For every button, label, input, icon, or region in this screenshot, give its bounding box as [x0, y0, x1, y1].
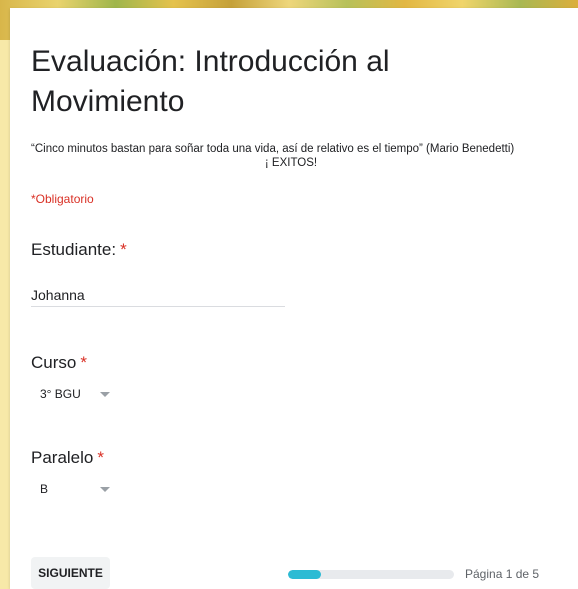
course-dropdown[interactable]: 3° BGU [40, 384, 118, 404]
student-input[interactable] [31, 284, 285, 307]
form-title: Evaluación: Introducción al Movimiento [31, 45, 390, 118]
required-star: * [97, 448, 104, 467]
section-question-label: Paralelo * [31, 448, 104, 468]
section-dropdown[interactable]: B [40, 479, 118, 499]
progress-fill [288, 570, 322, 579]
caret-down-icon [100, 391, 110, 397]
student-question-label: Estudiante: * [31, 240, 127, 260]
course-selected-value: 3° BGU [40, 387, 81, 401]
quote-line: “Cinco minutos bastan para soñar toda un… [31, 143, 515, 155]
form-card: Evaluación: Introducción al Movimiento “… [10, 8, 578, 589]
caret-down-icon [100, 486, 110, 492]
required-note: *Obligatorio [31, 192, 94, 206]
course-label-text: Curso [31, 353, 77, 372]
course-question-label: Curso * [31, 353, 87, 373]
next-button[interactable]: SIGUIENTE [31, 557, 110, 589]
section-selected-value: B [40, 482, 49, 496]
progress-bar [288, 570, 454, 579]
quote-closing-line: ¡ EXITOS! [264, 157, 318, 169]
required-star: * [80, 353, 87, 372]
form-description: “Cinco minutos bastan para soñar toda un… [31, 142, 551, 170]
required-star: * [120, 240, 127, 259]
student-label-text: Estudiante: [31, 240, 117, 259]
page-indicator: Página 1 de 5 [465, 567, 540, 581]
section-label-text: Paralelo [31, 448, 94, 467]
